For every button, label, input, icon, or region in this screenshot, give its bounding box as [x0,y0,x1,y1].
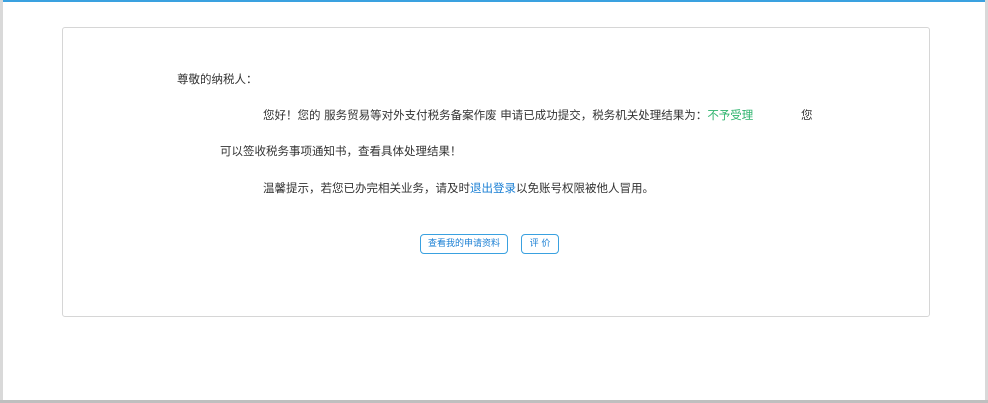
reminder-suffix: 以免账号权限被他人冒用。 [516,181,654,195]
rate-button[interactable]: 评 价 [521,234,559,254]
left-window-edge [0,0,3,403]
result-notice-card: 尊敬的纳税人： 您好！您的 服务贸易等对外支付税务备案作废 申请已成功提交，税务… [62,27,930,317]
reminder-prefix: 温馨提示，若您已办完相关业务，请及时 [263,181,470,195]
submission-result-line: 您好！您的 服务贸易等对外支付税务备案作废 申请已成功提交，税务机关处理结果为：… [263,107,753,123]
processing-result-status: 不予受理 [707,108,754,122]
notice-instruction-text: 可以签收税务事项通知书，查看具体处理结果！ [220,144,462,158]
view-application-button[interactable]: 查看我的申请资料 [420,234,508,254]
page: 尊敬的纳税人： 您好！您的 服务贸易等对外支付税务备案作废 申请已成功提交，税务… [0,0,988,403]
logout-reminder-line: 温馨提示，若您已办完相关业务，请及时退出登录以免账号权限被他人冒用。 [263,180,654,196]
logout-link[interactable]: 退出登录 [470,181,516,195]
submission-message-tail: 您 [801,108,813,122]
top-accent-bar [0,0,988,2]
greeting-text: 尊敬的纳税人： [177,72,258,86]
submission-message: 您好！您的 服务贸易等对外支付税务备案作废 申请已成功提交，税务机关处理结果为： [263,108,708,122]
